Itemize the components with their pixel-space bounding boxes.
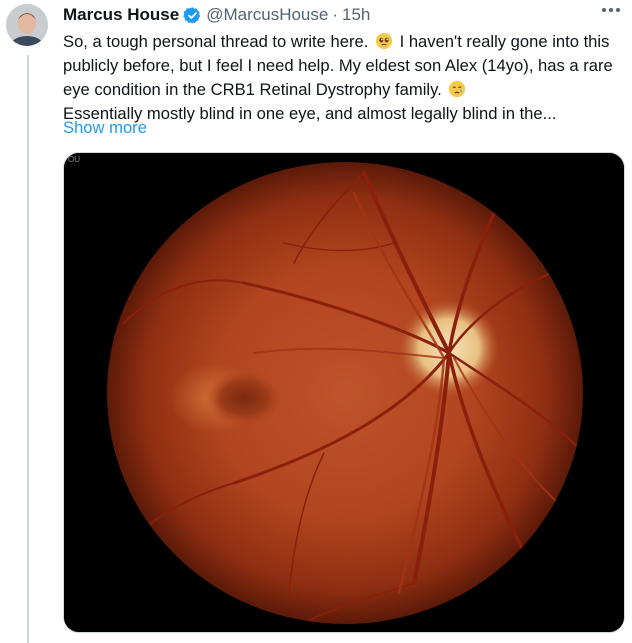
verified-badge-icon[interactable]	[183, 6, 202, 25]
tweet-line-2: publicly before, but I feel I need help.…	[63, 56, 613, 75]
tweet-text-segment: I haven't really gone into this	[399, 32, 610, 51]
tweet-text-segment: So, a tough personal thread to write her…	[63, 32, 369, 51]
more-options-icon[interactable]	[602, 8, 620, 12]
separator-dot: ·	[332, 5, 339, 24]
avatar[interactable]	[6, 4, 48, 46]
tweet-header: Marcus House @MarcusHouse · 15h	[63, 4, 370, 26]
author-name[interactable]: Marcus House	[63, 5, 179, 25]
media-corner-label: OU	[68, 155, 80, 164]
tweet-line-4: Essentially mostly blind in one eye, and…	[63, 104, 557, 123]
tweet-line-1: So, a tough personal thread to write her…	[63, 30, 623, 54]
pleading-face-emoji	[375, 32, 393, 50]
author-handle[interactable]: @MarcusHouse	[206, 5, 328, 25]
timestamp[interactable]: 15h	[342, 5, 370, 25]
tweet-text-segment: eye condition in the CRB1 Retinal Dystro…	[63, 80, 442, 99]
tweet-line-3: eye condition in the CRB1 Retinal Dystro…	[63, 78, 623, 102]
tweet-media-image[interactable]: OU	[63, 152, 625, 633]
show-more-link[interactable]: Show more	[63, 116, 147, 140]
thread-connector-line	[27, 55, 29, 643]
crying-face-emoji	[448, 80, 466, 98]
retina-fundus-photo	[64, 153, 624, 632]
tweet-text: So, a tough personal thread to write her…	[63, 30, 623, 126]
